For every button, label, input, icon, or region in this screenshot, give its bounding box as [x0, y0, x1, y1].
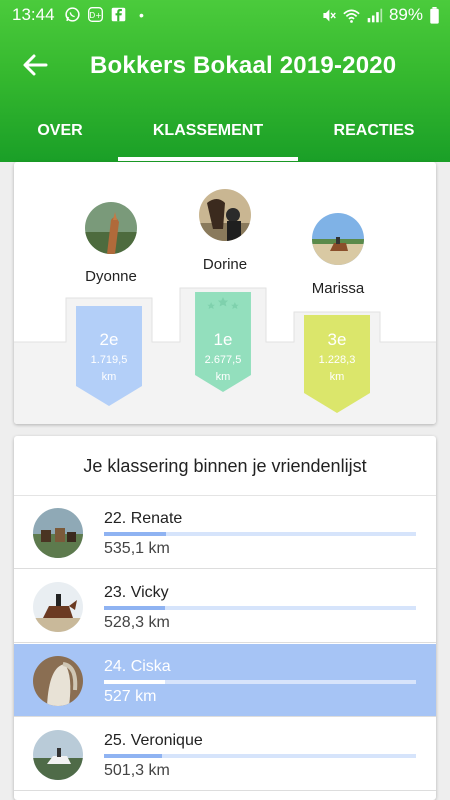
ranking-row-current-user[interactable]: 24. Ciska 527 km	[14, 644, 436, 717]
battery-percentage: 89%	[388, 5, 423, 24]
ranking-row[interactable]: 25. Veronique 501,3 km	[14, 718, 436, 791]
avatar-dorine[interactable]	[199, 189, 251, 241]
tab-bar: OVER KLASSEMENT REACTIES	[0, 102, 450, 162]
notification-icons: D+ •	[64, 6, 144, 23]
progress-track	[104, 532, 416, 536]
ranking-row[interactable]: 23. Vicky 528,3 km	[14, 570, 436, 643]
avatar	[33, 656, 83, 706]
dot-icon: •	[139, 6, 144, 23]
progress-track	[104, 754, 416, 758]
podium-km-1: 2.677,5	[204, 354, 242, 366]
wifi-icon	[343, 9, 360, 23]
row-distance: 535,1 km	[104, 540, 170, 557]
tab-indicator	[118, 157, 298, 161]
podium-rank-3: 3e	[327, 330, 347, 349]
row-label: 24. Ciska	[104, 658, 171, 675]
page-title: Bokkers Bokaal 2019-2020	[90, 52, 397, 79]
horse-photo-icon	[312, 213, 364, 265]
podium-unit-3: km	[329, 371, 345, 383]
avatar	[33, 582, 83, 632]
podium-name-1: Dorine	[202, 256, 248, 273]
podium-rank-2: 2e	[99, 330, 119, 349]
horse-photo-icon	[85, 202, 137, 254]
row-label: 23. Vicky	[104, 584, 169, 601]
podium-card: Dyonne Dorine Marissa 2e 1.719,5 km 1e 2…	[14, 162, 436, 424]
row-label: 25. Veronique	[104, 732, 203, 749]
mute-icon	[323, 9, 336, 21]
avatar-dyonne[interactable]	[85, 202, 137, 254]
horse-photo-icon	[33, 508, 83, 558]
status-bar: 13:44 D+ • 89%	[0, 0, 450, 30]
progress-fill	[104, 606, 166, 610]
avatar	[33, 730, 83, 780]
row-distance: 528,3 km	[104, 614, 170, 631]
whatsapp-icon	[65, 7, 80, 22]
row-distance: 501,3 km	[104, 762, 170, 779]
podium-km-2: 1.719,5	[90, 354, 128, 366]
arrow-left-icon[interactable]	[20, 50, 50, 80]
tab-reacties[interactable]: REACTIES	[298, 102, 450, 162]
svg-text:D+: D+	[89, 11, 101, 20]
podium-km-3: 1.228,3	[318, 354, 356, 366]
horse-photo-icon	[33, 656, 83, 706]
progress-fill	[104, 680, 166, 684]
disney-icon: D+	[88, 7, 103, 22]
progress-fill	[104, 754, 163, 758]
progress-track	[104, 606, 416, 610]
horse-photo-icon	[33, 582, 83, 632]
horse-photo-icon	[199, 189, 251, 241]
podium-unit-1: km	[215, 371, 231, 383]
ranking-heading: Je klassering binnen je vriendenlijst	[14, 436, 436, 496]
avatar-marissa[interactable]	[312, 213, 364, 265]
battery-icon	[430, 6, 439, 24]
progress-track	[104, 680, 416, 684]
signal-icon	[367, 8, 383, 22]
ranking-row[interactable]: 22. Renate 535,1 km	[14, 496, 436, 569]
podium-name-2: Dyonne	[85, 268, 137, 285]
system-icons: 89%	[320, 5, 440, 25]
avatar	[33, 508, 83, 558]
row-distance: 527 km	[104, 688, 157, 705]
friends-ranking-card: Je klassering binnen je vriendenlijst 22…	[14, 436, 436, 800]
tab-klassement[interactable]: KLASSEMENT	[118, 102, 298, 162]
row-label: 22. Renate	[104, 510, 183, 527]
tab-over[interactable]: OVER	[0, 102, 120, 162]
progress-fill	[104, 532, 167, 536]
app-header: 13:44 D+ • 89% Bokkers Bokaal 2019-2020 …	[0, 0, 450, 162]
podium-name-3: Marissa	[311, 280, 365, 297]
podium-unit-2: km	[101, 371, 117, 383]
horse-photo-icon	[33, 730, 83, 780]
facebook-icon	[111, 7, 126, 22]
app-bar: Bokkers Bokaal 2019-2020	[0, 30, 450, 102]
status-time: 13:44	[12, 5, 55, 24]
podium-rank-1: 1e	[213, 330, 233, 349]
